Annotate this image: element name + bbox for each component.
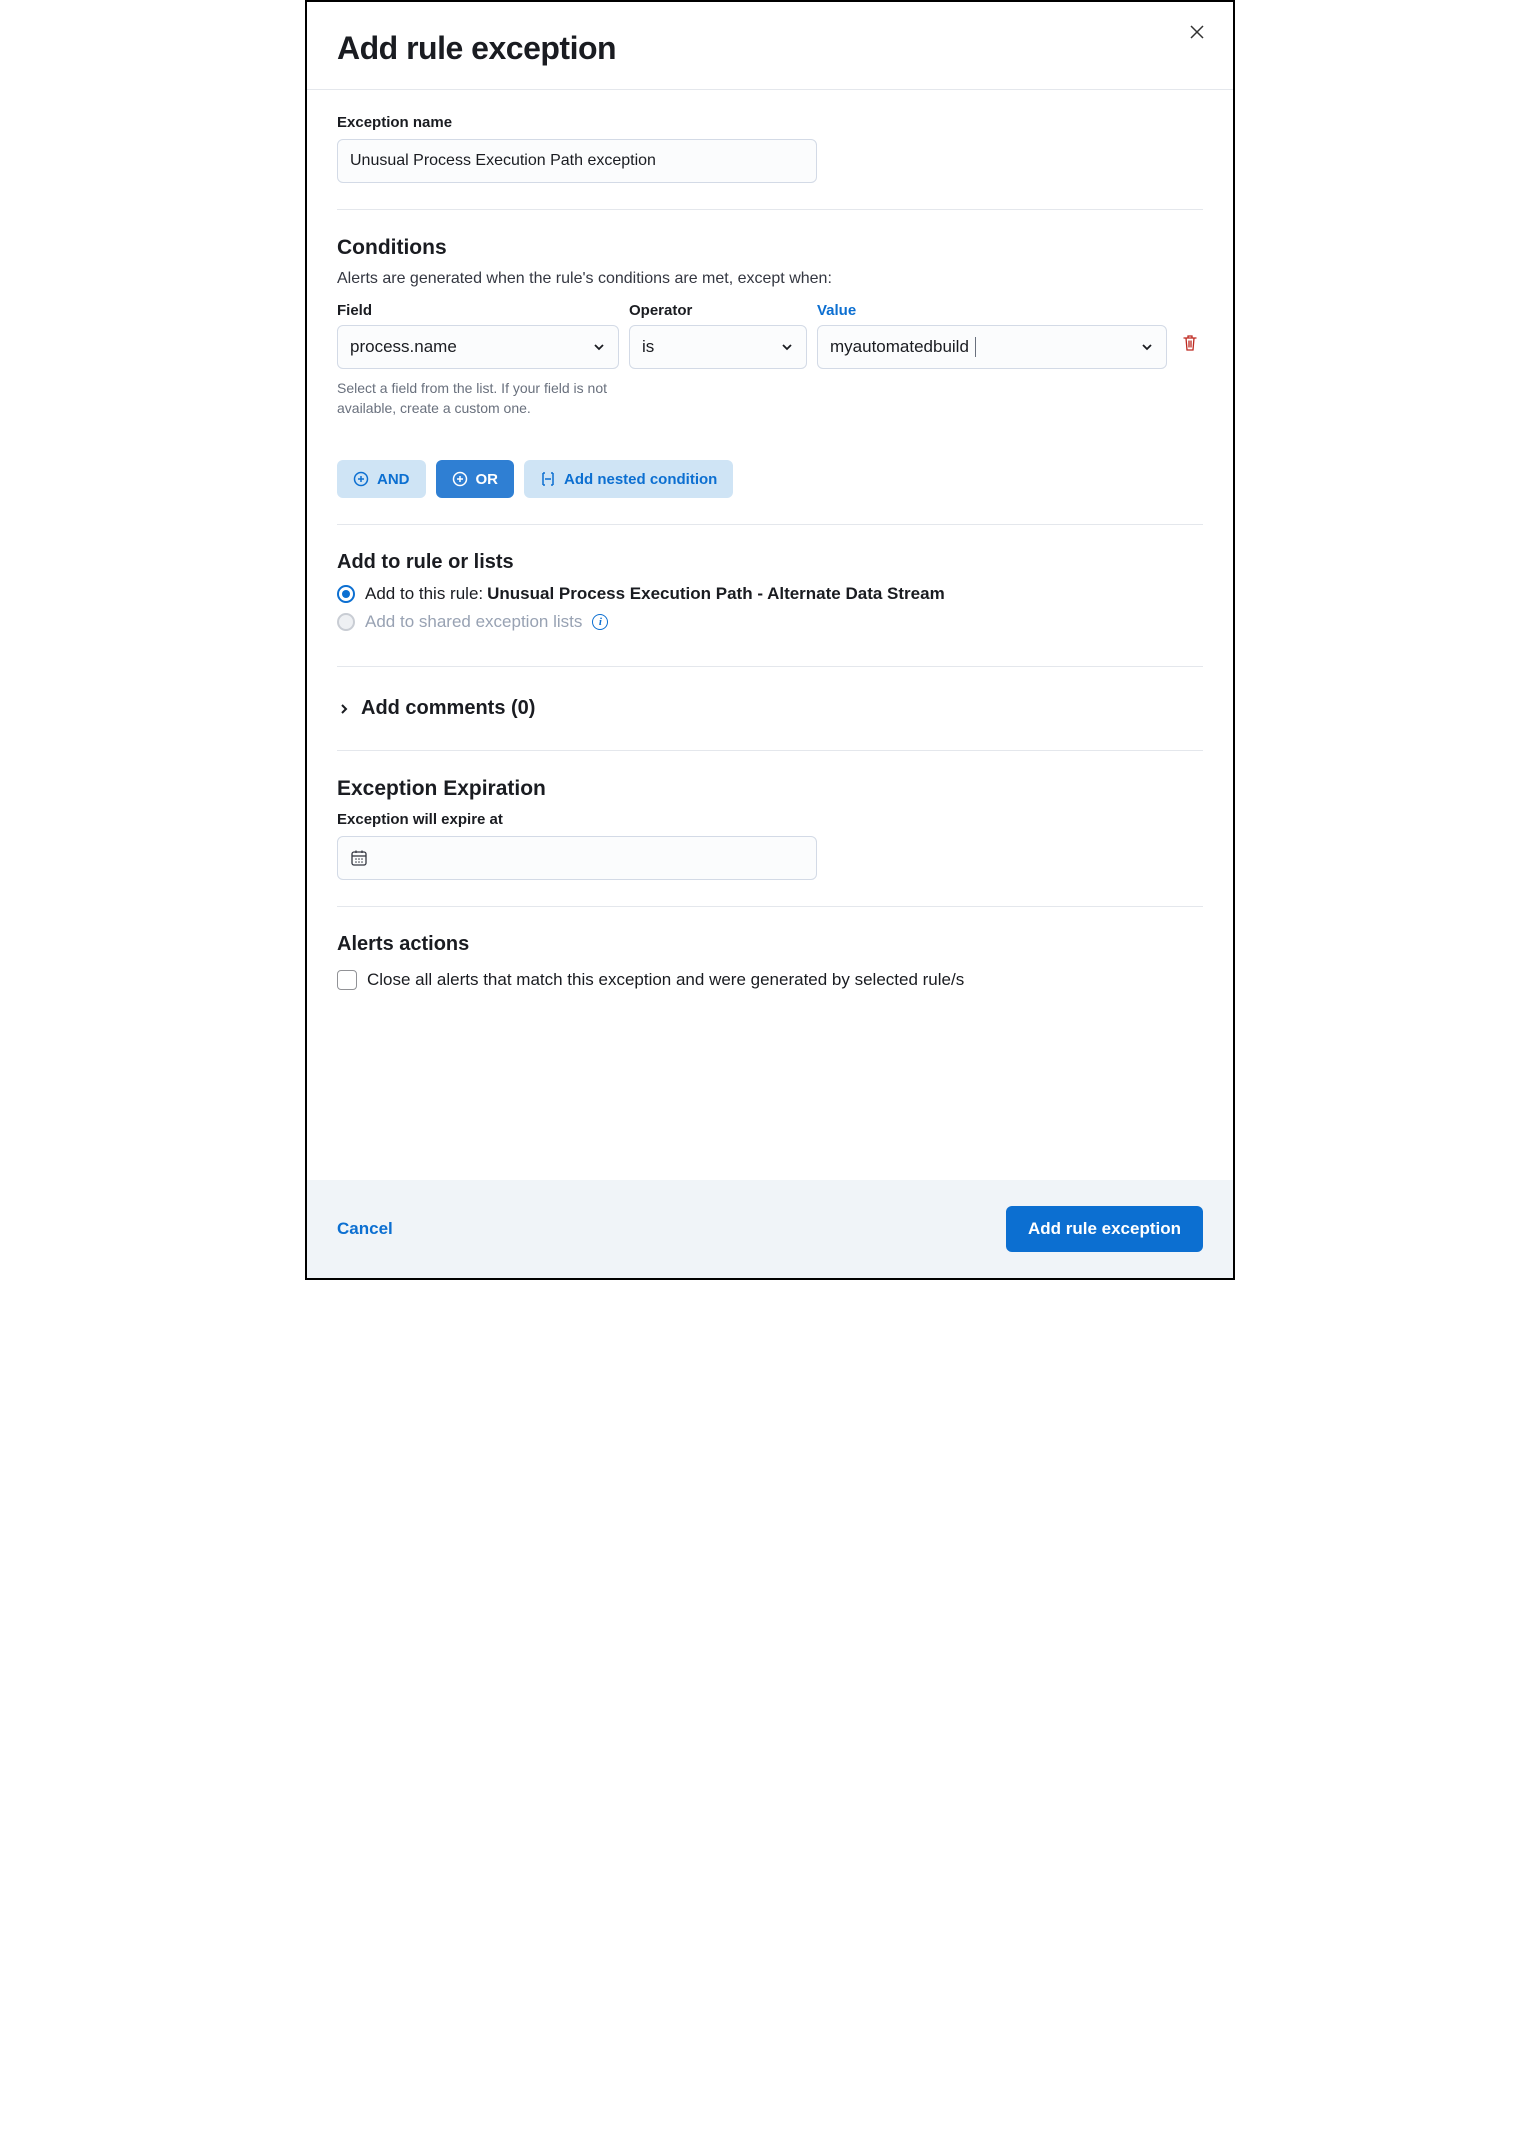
chevron-right-icon [337, 702, 351, 716]
expiration-heading: Exception Expiration [337, 777, 1203, 801]
modal-footer: Cancel Add rule exception [307, 1180, 1233, 1278]
info-icon[interactable]: i [592, 614, 608, 630]
conditions-section: Conditions Alerts are generated when the… [337, 236, 1203, 525]
add-nested-button-label: Add nested condition [564, 471, 717, 488]
or-button-label: OR [476, 471, 499, 488]
expiration-label: Exception will expire at [337, 811, 1203, 828]
expiration-section: Exception Expiration Exception will expi… [337, 777, 1203, 907]
add-to-heading: Add to rule or lists [337, 551, 1203, 574]
exception-name-label: Exception name [337, 114, 1203, 131]
field-value: process.name [350, 337, 457, 357]
field-column: Field process.name Select a field from t… [337, 302, 619, 418]
alerts-actions-section: Alerts actions Close all alerts that mat… [337, 933, 1203, 1016]
condition-buttons: AND OR Add nested condition [337, 460, 1203, 498]
radio-add-to-this-rule[interactable]: Add to this rule: Unusual Process Execut… [337, 584, 1203, 604]
cancel-button[interactable]: Cancel [337, 1219, 393, 1239]
condition-row: Field process.name Select a field from t… [337, 302, 1203, 418]
close-alerts-label: Close all alerts that match this excepti… [367, 970, 964, 990]
close-alerts-checkbox-row[interactable]: Close all alerts that match this excepti… [337, 970, 1203, 990]
field-help-text: Select a field from the list. If your fi… [337, 379, 617, 418]
value-label: Value [817, 302, 1167, 319]
field-label: Field [337, 302, 619, 319]
close-icon[interactable] [1185, 20, 1209, 44]
exception-name-input[interactable] [337, 139, 817, 183]
conditions-description: Alerts are generated when the rule's con… [337, 270, 1203, 288]
field-select[interactable]: process.name [337, 325, 619, 369]
and-button-label: AND [377, 471, 410, 488]
conditions-heading: Conditions [337, 236, 1203, 260]
delete-condition-button[interactable] [1177, 334, 1203, 352]
checkbox-unchecked-icon [337, 970, 357, 990]
radio-selected-icon [337, 585, 355, 603]
radio-disabled-icon [337, 613, 355, 631]
radio-option2-label: Add to shared exception lists [365, 612, 582, 632]
chevron-down-icon [1140, 340, 1154, 354]
nested-icon [540, 471, 556, 487]
submit-button[interactable]: Add rule exception [1006, 1206, 1203, 1252]
chevron-down-icon [592, 340, 606, 354]
and-button[interactable]: AND [337, 460, 426, 498]
chevron-down-icon [780, 340, 794, 354]
add-rule-exception-modal: Add rule exception Exception name Condit… [305, 0, 1235, 1280]
or-button[interactable]: OR [436, 460, 515, 498]
operator-column: Operator is [629, 302, 807, 369]
radio-add-to-shared-lists: Add to shared exception lists i [337, 612, 1203, 632]
modal-body: Exception name Conditions Alerts are gen… [307, 90, 1233, 1180]
operator-label: Operator [629, 302, 807, 319]
calendar-icon [350, 849, 368, 867]
comments-section: Add comments (0) [337, 693, 1203, 751]
exception-name-section: Exception name [337, 114, 1203, 210]
alerts-actions-heading: Alerts actions [337, 933, 1203, 956]
radio-option1-rule: Unusual Process Execution Path - Alterna… [487, 584, 945, 604]
add-comments-toggle[interactable]: Add comments (0) [337, 693, 1203, 724]
add-to-section: Add to rule or lists Add to this rule: U… [337, 551, 1203, 667]
add-comments-label: Add comments (0) [361, 697, 535, 720]
plus-circle-icon [353, 471, 369, 487]
modal-title: Add rule exception [337, 30, 616, 67]
operator-value: is [642, 337, 654, 357]
expiration-date-input[interactable] [337, 836, 817, 880]
modal-header: Add rule exception [307, 2, 1233, 90]
text-cursor [975, 337, 976, 357]
value-text: myautomatedbuild [830, 337, 969, 357]
operator-select[interactable]: is [629, 325, 807, 369]
radio-option1-prefix: Add to this rule: [365, 584, 483, 604]
add-nested-button[interactable]: Add nested condition [524, 460, 733, 498]
value-column: Value myautomatedbuild [817, 302, 1167, 369]
plus-circle-icon [452, 471, 468, 487]
value-combobox[interactable]: myautomatedbuild [817, 325, 1167, 369]
